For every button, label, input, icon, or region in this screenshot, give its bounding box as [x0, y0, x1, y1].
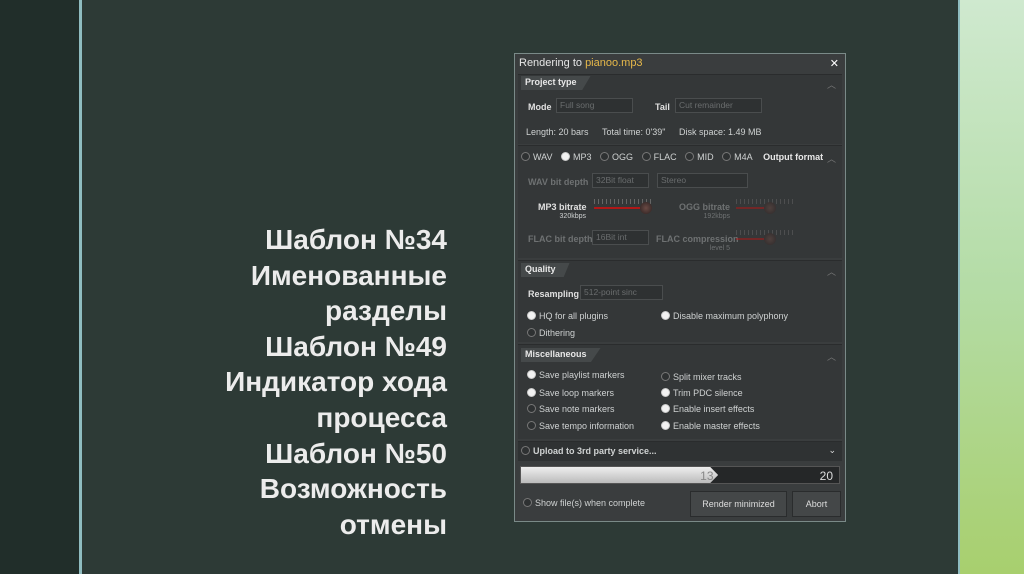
mp3-bitrate-value: 320kbps — [559, 213, 586, 220]
tail-label: Tail — [655, 102, 670, 112]
radio-icon — [527, 421, 536, 430]
radio-icon — [600, 152, 610, 161]
enable-master-effects-toggle[interactable]: Enable master effects — [661, 421, 760, 431]
wav-bit-depth-label: WAV bit depth — [528, 177, 589, 187]
format-ogg[interactable]: OGG — [600, 152, 633, 162]
ogg-bitrate-value: 192kbps — [703, 213, 730, 220]
divider-line — [79, 0, 82, 574]
title-line: разделы — [325, 295, 447, 327]
format-flac[interactable]: FLAC — [641, 152, 677, 162]
mp3-bitrate-label: MP3 bitrate — [538, 202, 587, 212]
format-mp3[interactable]: MP3 — [561, 152, 592, 162]
save-tempo-toggle[interactable]: Save tempo information — [527, 421, 634, 431]
radio-icon — [527, 370, 536, 379]
project-type-section: Project type ︿ Mode Full song Tail Cut r… — [518, 74, 842, 144]
title-line: Шаблон №50 — [265, 437, 447, 469]
section-header: Output format — [763, 152, 824, 162]
radio-icon — [722, 152, 732, 161]
split-mixer-tracks-toggle[interactable]: Split mixer tracks — [661, 372, 742, 382]
save-playlist-markers-toggle[interactable]: Save playlist markers — [527, 370, 625, 380]
mp3-bitrate-slider[interactable] — [594, 199, 654, 217]
radio-icon — [521, 152, 530, 161]
title-line: Возможность — [259, 473, 447, 505]
hq-plugins-toggle[interactable]: HQ for all plugins — [527, 311, 608, 321]
render-minimized-button[interactable]: Render minimized — [690, 491, 787, 517]
slide-title: Шаблон №34 Именованные разделы Шаблон №4… — [225, 222, 447, 542]
title-line: Именованные — [250, 259, 447, 291]
radio-icon — [521, 446, 530, 455]
filename: pianoo.mp3 — [585, 57, 643, 69]
trim-pdc-toggle[interactable]: Trim PDC silence — [661, 388, 743, 398]
progress-fill — [521, 467, 719, 483]
tail-select[interactable]: Cut remainder — [675, 98, 762, 113]
format-mid[interactable]: MID — [685, 152, 714, 162]
format-m4a[interactable]: M4A — [722, 152, 753, 162]
format-wav[interactable]: WAV — [521, 152, 553, 162]
upload-section[interactable]: Upload to 3rd party service... ⌄ — [518, 441, 842, 461]
radio-icon — [523, 498, 532, 507]
disk-space-info: Disk space: 1.49 MB — [679, 127, 762, 137]
title-line: процесса — [316, 401, 447, 433]
ogg-bitrate-slider[interactable] — [736, 199, 796, 217]
miscellaneous-section: Miscellaneous ︿ Save playlist markers Sa… — [518, 344, 842, 439]
slide-left-strip — [0, 0, 79, 574]
render-progress-bar: 13 20 — [520, 466, 840, 484]
radio-icon — [527, 404, 536, 413]
ogg-bitrate-label: OGG bitrate — [678, 202, 730, 212]
radio-icon — [641, 152, 651, 161]
section-header[interactable]: Miscellaneous — [521, 348, 601, 362]
save-note-markers-toggle[interactable]: Save note markers — [527, 404, 615, 414]
resampling-label: Resampling — [528, 289, 580, 299]
render-dialog: Rendering to pianoo.mp3 ✕ Project type ︿… — [514, 53, 846, 522]
chevron-down-icon[interactable]: ⌄ — [828, 445, 836, 456]
radio-icon — [661, 388, 670, 397]
radio-icon — [685, 152, 695, 161]
radio-icon — [661, 311, 670, 320]
radio-icon — [527, 388, 536, 397]
radio-icon — [527, 311, 536, 320]
mode-select[interactable]: Full song — [556, 98, 633, 113]
show-files-toggle[interactable]: Show file(s) when complete — [523, 498, 645, 508]
mode-label: Mode — [528, 102, 552, 112]
collapse-icon[interactable]: ︿ — [827, 78, 836, 91]
section-header[interactable]: Quality — [521, 263, 570, 277]
collapse-icon[interactable]: ︿ — [827, 152, 836, 165]
flac-bit-depth-label: FLAC bit depth — [528, 234, 593, 244]
flac-compression-value: level 5 — [709, 245, 730, 252]
title-line: Шаблон №49 — [265, 330, 447, 362]
title-line: отмены — [339, 508, 447, 540]
total-time-info: Total time: 0'39" — [602, 127, 666, 137]
radio-icon — [661, 372, 670, 381]
format-radio-group: WAV MP3 OGG FLAC MID M4A Output format — [521, 152, 823, 162]
close-icon[interactable]: ✕ — [830, 57, 839, 70]
slide-right-decoration — [960, 0, 1024, 574]
progress-current: 13 — [700, 469, 714, 483]
disable-polyphony-toggle[interactable]: Disable maximum polyphony — [661, 311, 788, 321]
abort-button[interactable]: Abort — [792, 491, 841, 517]
resampling-select[interactable]: 512-point sinc — [580, 285, 663, 300]
enable-insert-effects-toggle[interactable]: Enable insert effects — [661, 404, 754, 414]
length-info: Length: 20 bars — [526, 127, 589, 137]
collapse-icon[interactable]: ︿ — [827, 350, 836, 363]
quality-section: Quality ︿ Resampling 512-point sinc HQ f… — [518, 260, 842, 342]
flac-compression-slider[interactable] — [736, 230, 796, 248]
wav-bit-depth-select[interactable]: 32Bit float — [592, 173, 649, 188]
output-format-section: WAV MP3 OGG FLAC MID M4A Output format ︿… — [518, 145, 842, 258]
dithering-toggle[interactable]: Dithering — [527, 328, 575, 338]
section-header[interactable]: Project type — [521, 76, 591, 90]
channels-select[interactable]: Stereo — [657, 173, 748, 188]
radio-icon — [527, 328, 536, 337]
title-line: Шаблон №34 — [265, 224, 447, 255]
collapse-icon[interactable]: ︿ — [827, 265, 836, 278]
dialog-title: Rendering to pianoo.mp3 — [519, 57, 643, 69]
flac-compression-label: FLAC compression — [656, 234, 739, 244]
progress-total: 20 — [819, 469, 833, 483]
flac-bit-depth-select[interactable]: 16Bit int — [592, 230, 649, 245]
title-line: Индикатор хода — [225, 366, 447, 398]
radio-icon — [661, 421, 670, 430]
upload-toggle[interactable]: Upload to 3rd party service... — [521, 446, 657, 456]
radio-icon — [661, 404, 670, 413]
radio-icon — [561, 152, 571, 161]
save-loop-markers-toggle[interactable]: Save loop markers — [527, 388, 614, 398]
